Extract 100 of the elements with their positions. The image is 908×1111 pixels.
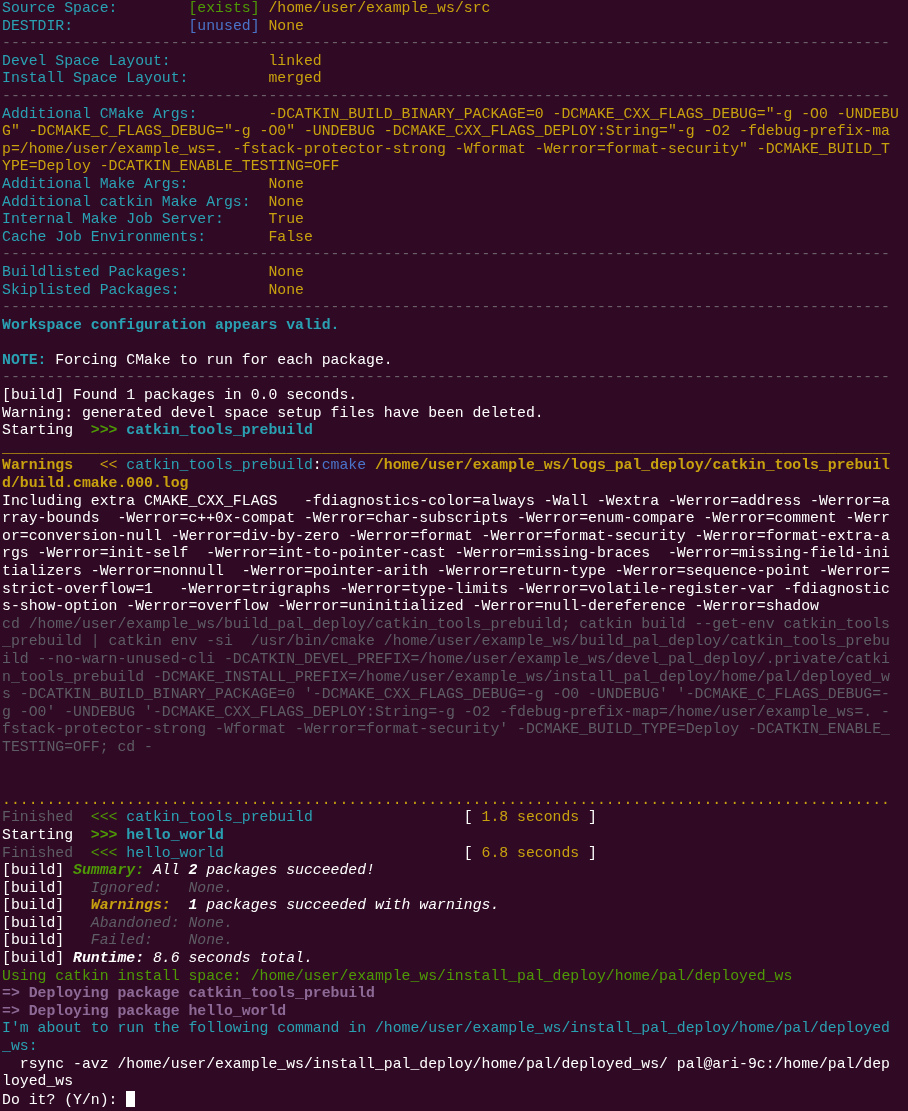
output-text: Using catkin install space: /home/user/example_ws/install_pal_deploy/home/pal/deployed_ws [2,967,793,984]
setting-value: -DCATKIN_BUILD_BINARY_PACKAGE=0 -DCMAKE_CXX_FLAGS_DEBUG="-g -O0 -UNDEBU [268,105,899,122]
setting-value: True [268,211,304,228]
setting-value: merged [268,70,322,87]
output-text: Forcing CMake to run for each package. [55,351,393,368]
output-text: => Deploying package catkin_tools_prebuild [2,985,375,1002]
setting-value: /home/user/example_ws/src [268,0,491,16]
output-text: Starting [2,422,75,439]
output-text: [build] Found 1 packages in 0.0 seconds. [2,387,358,404]
dim-output-text: Finished [2,809,75,826]
output-text: [build] [2,862,66,879]
output-text: <<< [90,809,119,826]
dim-output-text: ild --no-warn-unused-cli -DCATKIN_DEVEL_PREFIX=/home/user/example_ws/devel_pal_deploy/.private/catki [2,650,890,667]
setting-value: p=/home/user/example_ws=. -fstack-protector-strong -Wformat -Werror=format-security" -DCMAKE_BUILD_T [2,140,890,157]
dim-output-text: None. [188,914,233,931]
prompt-arrows: >>> [90,826,119,843]
output-text: Starting [2,826,75,843]
output-text: hello_world [126,826,224,843]
separator-text: ---------------------------------------------------------------------------------------------------- [2,299,890,316]
setting-label: Additional CMake Args: [2,105,199,122]
output-text: catkin_tools_prebuild [126,422,313,439]
setting-label: Buildlisted Packages: [2,263,190,280]
setting-label: Devel Space Layout: [2,52,172,69]
output-text: [build] [2,932,66,949]
output-text: Warning: generated devel space setup files have been deleted. [2,404,544,421]
dim-output-text: fstack-protector-strong -Wformat -Werror=format-security' -DCMAKE_BUILD_TYPE=Deploy -DCATKIN_ENABLE_ [2,721,890,738]
output-text: Including extra CMAKE_CXX_FLAGS -fdiagnostics-color=always -Wall -Wextra -Werror=address -Werror=a [2,492,890,509]
setting-value: None [268,175,304,192]
output-text: [ [463,844,474,861]
setting-label: catkin_tools_prebuild [126,457,313,474]
dim-output-text: Failed: [90,932,154,949]
setting-label: Source Space: [2,0,119,16]
dim-output-text: TESTING=OFF; cd - [2,738,153,755]
output-text: rsync -avz /home/user/example_ws/install_pal_deploy/home/pal/deployed_ws/ pal@ari-9c:/home/pal/dep [18,1055,890,1072]
output-text: /home/user/example_ws/logs_pal_deploy/catkin_tools_prebuil [375,457,890,474]
output-text: rgs -Werror=init-self -Werror=int-to-pointer-cast -Werror=missing-braces -Werror=missing-field-ini [2,545,890,562]
separator-text: ---------------------------------------------------------------------------------------------------- [2,87,890,104]
output-text: [build] [2,879,66,896]
output-text: NOTE: [2,351,48,368]
dim-output-text: s -DCATKIN_BUILD_BINARY_PACKAGE=0 '-DCMAKE_CXX_FLAGS_DEBUG=-g -O0 -UNDEBUG' '-DCMAKE_C_FLAGS_DEBUG=- [2,686,890,703]
setting-value: 6.8 seconds [481,844,581,861]
summary-label: Summary: [73,862,146,879]
output-text: [unused] [188,17,261,34]
separator-text: .................................................................................................... [2,791,890,808]
setting-value: False [268,228,313,245]
output-text: [build] [2,914,66,931]
setting-value: None [268,263,304,280]
output-text: tializers -Werror=nonnull -Werror=pointer-arith -Werror=return-type -Werror=sequence-point -Werror= [2,563,890,579]
setting-value: None [268,193,304,210]
summary-label: Runtime: [73,950,146,967]
output-text: <<< [90,844,119,861]
setting-label: DESTDIR: [2,17,75,34]
summary-text: 8.6 seconds total. [152,950,313,967]
setting-value: YPE=Deploy -DCATKIN_ENABLE_TESTING=OFF [2,158,340,175]
dim-output-text: Abandoned: [90,914,181,931]
setting-value: None [268,281,304,298]
setting-label: catkin_tools_prebuild [126,809,314,826]
setting-value: G" -DCMAKE_C_FLAGS_DEBUG="-g -O0" -UNDEBUG -DCMAKE_CXX_FLAGS_DEPLOY:String="-g -O2 -fdebug-prefix-ma [2,123,890,140]
output-text: [ [463,809,474,826]
output-text: Do it? (Y/n): [2,1091,119,1108]
dim-output-text: _prebuild | catkin env -si /usr/bin/cmake /home/user/example_ws/build_pal_deploy/catkin_tools_prebu [2,633,890,650]
output-text: strict-overflow=1 -Werror=trigraphs -Werror=type-limits -Werror=volatile-register-var -fdiagnostic [2,580,890,597]
dim-output-text: Ignored: [90,879,163,896]
setting-label: Install Space Layout: [2,70,190,87]
output-text: loyed_ws [2,1073,74,1090]
summary-label: Warnings: [90,897,172,914]
dim-output-text: Finished [2,844,75,861]
dim-output-text: None. [188,879,233,896]
setting-value: linked [268,52,322,69]
separator-text: ---------------------------------------------------------------------------------------------------- [2,246,890,263]
dim-output-text: g -O0' -UNDEBUG '-DCMAKE_CXX_FLAGS_DEPLOY:String=-g -O2 -fdebug-prefix-map=/home/user/example_ws=. - [2,703,890,720]
output-text: [build] [2,897,66,914]
output-text: => Deploying package hello_world [2,1002,287,1019]
output-text: rray-bounds -Werror=c++0x-compat -Werror=char-subscripts -Werror=enum-compare -Werror=comment -Werr [2,510,890,527]
setting-label: Additional catkin Make Args: [2,193,252,210]
summary-text: 1 packages succeeded with warnings. [188,897,500,914]
setting-label: I'm about to run the following command in /home/user/example_ws/install_pal_deploy/home/pal/deployed [2,1020,890,1037]
output-text: Warnings [2,457,75,474]
summary-text: All 2 packages succeeded! [152,862,375,879]
dim-output-text: n_tools_prebuild -DCMAKE_INSTALL_PREFIX=/home/user/example_ws/install_pal_deploy/home/pal/deployed_w [2,668,890,685]
output-text: ] [588,844,597,861]
setting-value: << [99,457,119,474]
output-text: or=conversion-null -Werror=div-by-zero -Werror=format -Werror=format-security -Werror=format-extra-a [2,527,890,544]
separator-text: ---------------------------------------------------------------------------------------------------- [2,369,890,386]
separator-text: ---------------------------------------------------------------------------------------------------- [2,35,890,52]
setting-label: Cache Job Environments: [2,228,208,245]
output-text: d/build.cmake.000.log [2,475,189,492]
output-text: s-show-option -Werror=overflow -Werror=uninitialized -Werror=null-dereference -Werror=shadow [2,598,819,615]
setting-label: Internal Make Job Server: [2,211,225,228]
output-text: Workspace configuration appears valid. [2,316,340,333]
setting-label: _ws: [2,1038,38,1055]
prompt-arrows: >>> [90,422,119,439]
dim-output-text: None. [188,932,233,949]
output-text: cmake [321,457,368,474]
setting-label: Skiplisted Packages: [2,281,181,298]
separator-text: ____________________________________________________________________________________________________ [2,439,890,456]
setting-label: Additional Make Args: [2,175,190,192]
setting-value: None [268,17,304,34]
setting-value: 1.8 seconds [481,809,581,826]
output-text: : [312,457,322,474]
